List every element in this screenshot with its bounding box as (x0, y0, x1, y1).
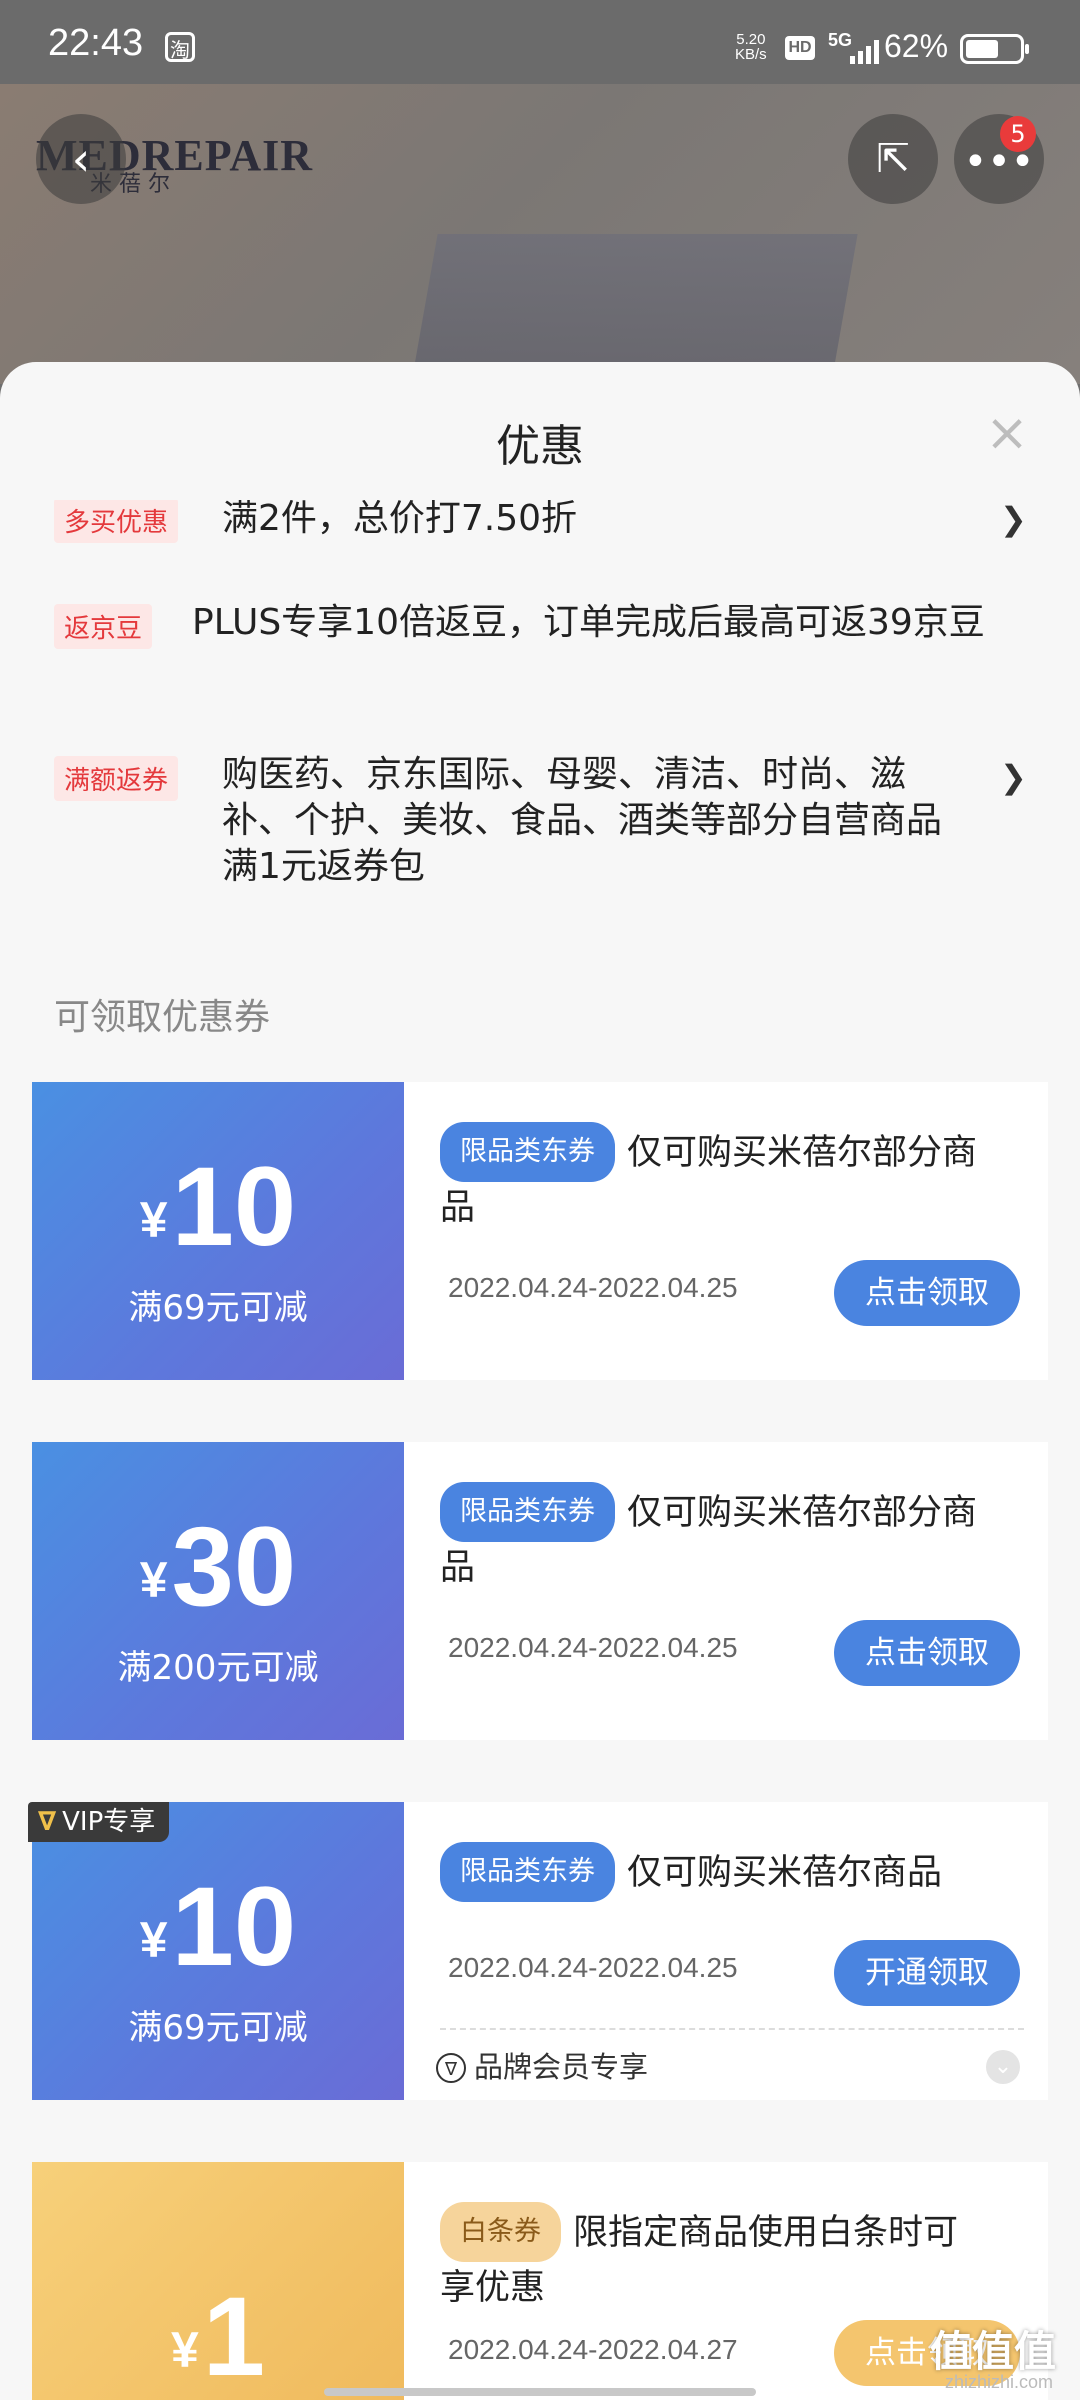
watermark-logo: 值值值 (930, 2327, 1057, 2376)
currency-symbol: ¥ (170, 2322, 199, 2378)
network-speed-value: 5.20 (736, 31, 766, 48)
watermark-url: zhizhizhi.com (945, 2372, 1054, 2392)
coupon-card-vip: ∇ VIP专享 ¥10 满69元可减 限品类东券 仅可购买米蓓尔商品 2022.04… (26, 1802, 1048, 2100)
coupon-description: 限品类东券 仅可购买米蓓尔部分商品 (440, 1482, 988, 1594)
coupon-value-panel: ¥1 (26, 2162, 404, 2400)
promo-text: 满2件，总价打7.50折 (222, 500, 578, 539)
divider (440, 2028, 1024, 2030)
vip-badge: ∇ VIP专享 (28, 1802, 170, 1842)
promo-row-jingdou: 返京豆 PLUS专享10倍返豆，订单完成后最高可返39京豆 (0, 600, 1080, 700)
message-count-badge: 5 (1000, 116, 1036, 152)
network-speed-unit: KB/s (735, 46, 767, 63)
chevron-down-icon[interactable]: ⌄ (986, 2050, 1020, 2084)
open-claim-button[interactable]: 开通领取 (834, 1940, 1020, 2006)
coupon-info: 限品类东券 仅可购买米蓓尔部分商品 2022.04.24-2022.04.25 点… (404, 1082, 1048, 1380)
back-arrow-icon: ‹ (71, 132, 91, 186)
back-button[interactable]: ‹ (36, 114, 126, 204)
promo-tag: 满额返券 (54, 756, 179, 801)
claim-button[interactable]: 点击领取 (834, 1620, 1020, 1686)
vip-badge-text: VIP专享 (62, 1807, 156, 1837)
taobao-notification-icon: 淘 (165, 32, 195, 62)
coupon-validity: 2022.04.24-2022.04.25 (448, 1952, 738, 1983)
discount-sheet: 优惠 × 多买优惠 满2件，总价打7.50折 ❯ 返京豆 PLUS专享10倍返豆… (0, 362, 1080, 2400)
coupon-condition: 满69元可减 (128, 2008, 308, 2048)
currency-symbol: ¥ (139, 1192, 168, 1248)
status-bar: 22:43 淘 5.20 KB/s HD 5G 62% (0, 0, 1080, 84)
sheet-title: 优惠 (496, 421, 584, 472)
coupon-card: ¥30 满200元可减 限品类东券 仅可购买米蓓尔部分商品 2022.04.24-… (26, 1442, 1048, 1740)
status-time: 22:43 (48, 22, 144, 64)
coupon-desc-text: 仅可购买米蓓尔商品 (627, 1853, 943, 1893)
coupon-card: ¥10 满69元可减 限品类东券 仅可购买米蓓尔部分商品 2022.04.24-2… (26, 1082, 1048, 1380)
network-type: 5G (828, 30, 853, 50)
coupon-amount: ¥1 (32, 2272, 404, 2400)
member-v-icon: ∇ (436, 2053, 466, 2083)
coupon-amount: ¥10 (32, 1142, 404, 1271)
section-label: 可领取优惠券 (54, 997, 271, 1038)
coupon-type-pill: 白条券 (440, 2202, 561, 2262)
close-icon[interactable]: × (984, 407, 1030, 459)
hd-icon: HD (785, 36, 815, 60)
coupon-amount: ¥10 (32, 1862, 404, 1991)
coupon-type-pill: 限品类东券 (440, 1122, 615, 1182)
coupon-value-panel: ¥30 满200元可减 (26, 1442, 404, 1740)
coupon-info: 限品类东券 仅可购买米蓓尔部分商品 2022.04.24-2022.04.25 点… (404, 1442, 1048, 1740)
coupon-amount-value: 1 (202, 2274, 266, 2399)
promo-tag: 返京豆 (54, 604, 153, 649)
currency-symbol: ¥ (139, 1552, 168, 1608)
promo-tag: 多买优惠 (54, 500, 179, 543)
vip-v-icon: ∇ (38, 1807, 57, 1837)
member-note: ∇ 品牌会员专享 (436, 2044, 648, 2086)
member-note-text: 品牌会员专享 (474, 2050, 649, 2084)
share-icon: ⇱ (876, 136, 910, 182)
coupon-description: 限品类东券 仅可购买米蓓尔商品 (440, 1842, 988, 1902)
coupon-info: 限品类东券 仅可购买米蓓尔商品 2022.04.24-2022.04.25 开通领… (404, 1802, 1048, 2100)
coupon-description: 白条券 限指定商品使用白条时可享优惠 (440, 2202, 988, 2314)
coupon-amount-value: 30 (171, 1504, 297, 1629)
chevron-right-icon: ❯ (1000, 500, 1027, 538)
share-button[interactable]: ⇱ (848, 114, 938, 204)
coupon-condition: 满200元可减 (117, 1648, 319, 1688)
home-indicator[interactable] (324, 2388, 756, 2396)
currency-symbol: ¥ (139, 1912, 168, 1968)
chevron-right-icon: ❯ (1000, 758, 1027, 796)
coupon-amount-value: 10 (171, 1864, 297, 1989)
coupon-description: 限品类东券 仅可购买米蓓尔部分商品 (440, 1122, 988, 1234)
coupon-value-panel: ¥10 满69元可减 (26, 1082, 404, 1380)
coupon-type-pill: 限品类东券 (440, 1482, 615, 1542)
coupon-amount-value: 10 (171, 1144, 297, 1269)
coupon-validity: 2022.04.24-2022.04.25 (448, 1272, 738, 1303)
battery-percent: 62% (884, 28, 949, 64)
promo-text: PLUS专享10倍返豆，订单完成后最高可返39京豆 (192, 602, 985, 643)
coupon-validity: 2022.04.24-2022.04.27 (448, 2334, 738, 2365)
battery-icon (960, 34, 1029, 64)
coupon-value-panel: ∇ VIP专享 ¥10 满69元可减 (26, 1802, 404, 2100)
signal-icon (850, 40, 880, 64)
promo-text: 购医药、京东国际、母婴、清洁、时尚、滋补、个护、美妆、食品、酒类等部分自营商品满… (222, 754, 943, 887)
coupon-amount: ¥30 (32, 1502, 404, 1631)
promo-row-coupon-pack[interactable]: 满额返券 购医药、京东国际、母婴、清洁、时尚、滋补、个护、美妆、食品、酒类等部分… (0, 752, 1080, 892)
claim-button[interactable]: 点击领取 (834, 1260, 1020, 1326)
battery-fill (966, 40, 998, 58)
coupon-condition: 满69元可减 (128, 1288, 308, 1328)
promo-row-multi-buy[interactable]: 多买优惠 满2件，总价打7.50折 ❯ (0, 500, 1080, 550)
coupon-validity: 2022.04.24-2022.04.25 (448, 1632, 738, 1663)
coupon-type-pill: 限品类东券 (440, 1842, 615, 1902)
network-speed: 5.20 KB/s (735, 32, 767, 62)
coupon-card-baitiao: ¥1 白条券 限指定商品使用白条时可享优惠 2022.04.24-2022.04.… (26, 2162, 1048, 2400)
